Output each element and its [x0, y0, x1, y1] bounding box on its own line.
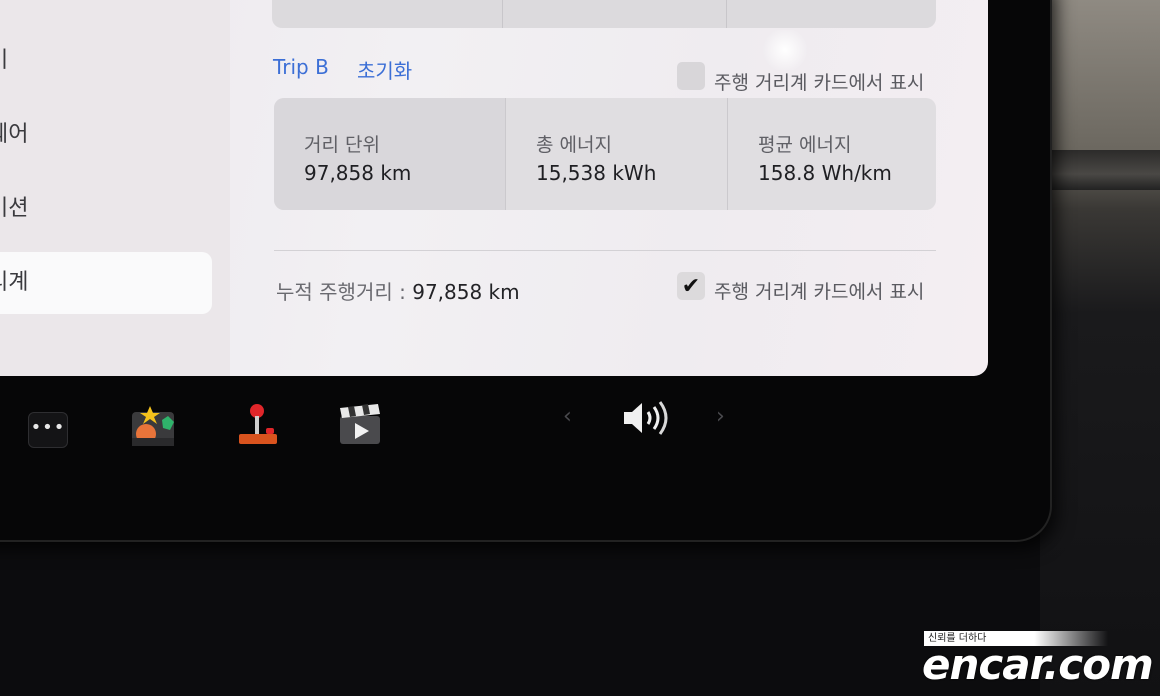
odometer-show-on-card-checkbox[interactable]: ✔	[677, 272, 705, 300]
odometer-label: 누적 주행거리 :	[276, 280, 406, 304]
theater-clapper-icon[interactable]	[338, 402, 382, 448]
stat-label: 총 에너지	[536, 134, 612, 156]
stat-distance: 거리 단위 97,858 km	[274, 98, 505, 210]
trip-b-stats-card: 거리 단위 97,858 km 총 에너지 15,538 kWh 평균 에너지 …	[274, 98, 936, 210]
toybox-icon[interactable]	[130, 402, 178, 448]
trip-name: Trip B	[273, 55, 329, 79]
more-dots-icon[interactable]: •••	[28, 412, 68, 448]
car-interior-background	[1040, 0, 1160, 696]
trip-show-on-card-checkbox[interactable]	[677, 62, 705, 90]
stat-value: 158.8 Wh/km	[758, 161, 892, 185]
trip-show-on-card-label: 주행 거리계 카드에서 표시	[714, 72, 925, 94]
taskbar: ••• ‹ ›	[0, 380, 1000, 480]
sidebar-item-navigation[interactable]: 이션	[0, 178, 212, 240]
stat-total-energy: 총 에너지 15,538 kWh	[506, 98, 727, 210]
volume-up-arrow[interactable]: ›	[716, 404, 725, 429]
stat-label: 거리 단위	[304, 134, 380, 156]
settings-sidebar: 비 웨어 이션 리계	[0, 0, 230, 376]
volume-down-arrow[interactable]: ‹	[563, 404, 572, 429]
touchscreen: 비 웨어 이션 리계 Trip B 초기화 주행 거리계 카드에서 표시 거리 …	[0, 0, 988, 376]
trip-a-stats-card	[272, 0, 936, 28]
stat-value: 97,858 km	[304, 161, 412, 185]
sidebar-item-odometer[interactable]: 리계	[0, 252, 212, 314]
arcade-joystick-icon[interactable]	[236, 402, 280, 448]
sidebar-item-label: 비	[0, 30, 8, 92]
sidebar-item-label: 웨어	[0, 122, 29, 147]
section-divider	[274, 250, 936, 251]
trip-reset-button[interactable]: 초기화	[357, 55, 412, 84]
speaker-volume-icon[interactable]	[620, 398, 670, 438]
odometer-show-on-card-label: 주행 거리계 카드에서 표시	[714, 281, 925, 303]
interior-vent	[1050, 150, 1160, 190]
odometer-readout: 누적 주행거리 : 97,858 km	[276, 276, 520, 305]
sidebar-item-service[interactable]: 비	[0, 30, 212, 92]
sidebar-item-label: 리계	[0, 270, 29, 295]
sidebar-item-label: 이션	[0, 196, 29, 221]
stat-value: 15,538 kWh	[536, 161, 657, 185]
stat-label: 평균 에너지	[758, 134, 852, 156]
light-glare	[760, 30, 810, 70]
sidebar-item-software[interactable]: 웨어	[0, 104, 212, 166]
stat-average-energy: 평균 에너지 158.8 Wh/km	[728, 98, 936, 210]
checkmark-icon: ✔	[681, 273, 701, 299]
odometer-value: 97,858 km	[412, 280, 520, 304]
watermark-brand: encar.com	[922, 640, 1154, 689]
